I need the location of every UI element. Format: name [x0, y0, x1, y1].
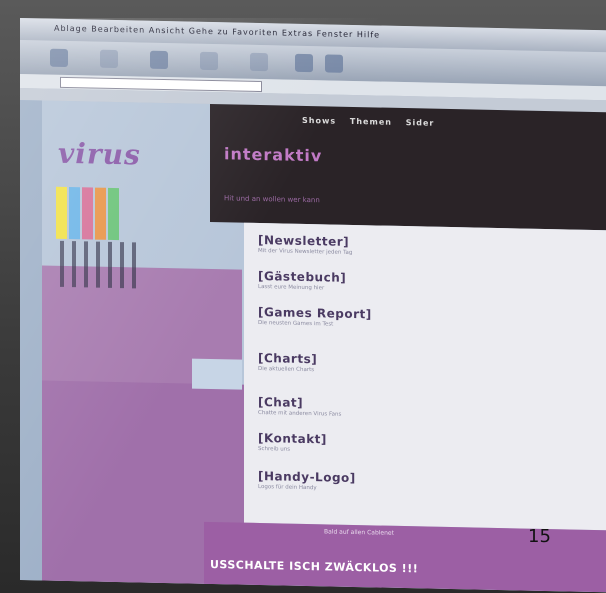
category-tab[interactable] — [82, 187, 93, 240]
menu-item-handy-logo[interactable]: [Handy-Logo] Logos für dein Handy — [258, 469, 428, 495]
vertical-link[interactable] — [96, 241, 100, 288]
category-tab[interactable] — [108, 187, 119, 241]
menu-item-charts[interactable]: [Charts] Die aktuellen Charts — [258, 351, 428, 377]
stop-icon[interactable] — [150, 50, 168, 70]
vertical-link[interactable] — [108, 241, 112, 288]
menu-list: [Newsletter] Mit der Virus Newsletter je… — [244, 222, 606, 531]
section-title: interaktiv — [224, 144, 323, 166]
autofill-icon[interactable] — [295, 53, 313, 73]
vertical-link[interactable] — [132, 242, 136, 289]
footer-top-text: Bald auf allen Cablenet — [324, 528, 394, 537]
vertical-link[interactable] — [72, 241, 76, 288]
menu-item-contact[interactable]: [Kontakt] Schreib uns — [258, 431, 428, 457]
menu-item-games-report[interactable]: [Games Report] Die neusten Games im Test — [258, 305, 428, 331]
nav-item[interactable]: Themen — [350, 117, 392, 127]
category-tab[interactable] — [95, 187, 106, 240]
nav-item[interactable]: Sider — [406, 118, 435, 128]
nav-item[interactable]: Shows — [302, 116, 336, 126]
blue-block — [192, 358, 242, 390]
print-icon[interactable] — [325, 54, 343, 73]
back-icon[interactable] — [50, 48, 68, 68]
page-number: 15 — [528, 526, 551, 547]
vertical-link[interactable] — [120, 242, 124, 289]
vertical-link[interactable] — [60, 240, 64, 287]
category-tab[interactable] — [56, 186, 67, 239]
refresh-icon[interactable] — [200, 51, 218, 71]
menu-item-newsletter[interactable]: [Newsletter] Mit der Virus Newsletter je… — [258, 233, 428, 259]
header-banner: Shows Themen Sider interaktiv Hit und an… — [210, 103, 606, 231]
home-icon[interactable] — [250, 52, 268, 72]
category-tab[interactable] — [69, 187, 80, 240]
menu-item-chat[interactable]: [Chat] Chatte mit anderen Virus Fans — [258, 395, 428, 421]
top-nav: Shows Themen Sider — [302, 116, 444, 128]
vertical-link[interactable] — [84, 241, 88, 288]
menu-item-guestbook[interactable]: [Gästebuch] Lasst eure Meinung hier — [258, 269, 428, 295]
footer-slogan: USSCHALTE ISCH ZWÄCKLOS !!! — [210, 557, 419, 576]
web-page: virus Shows Themen Sider interaktiv Hit … — [20, 100, 606, 593]
section-subtitle: Hit und an wollen wer kann — [224, 194, 320, 205]
browser-screen: Ablage Bearbeiten Ansicht Gehe zu Favori… — [20, 18, 606, 593]
site-logo[interactable]: virus — [58, 137, 141, 172]
left-rail — [20, 100, 42, 581]
menu-bar[interactable]: Ablage Bearbeiten Ansicht Gehe zu Favori… — [54, 24, 380, 40]
forward-icon[interactable] — [100, 49, 118, 69]
